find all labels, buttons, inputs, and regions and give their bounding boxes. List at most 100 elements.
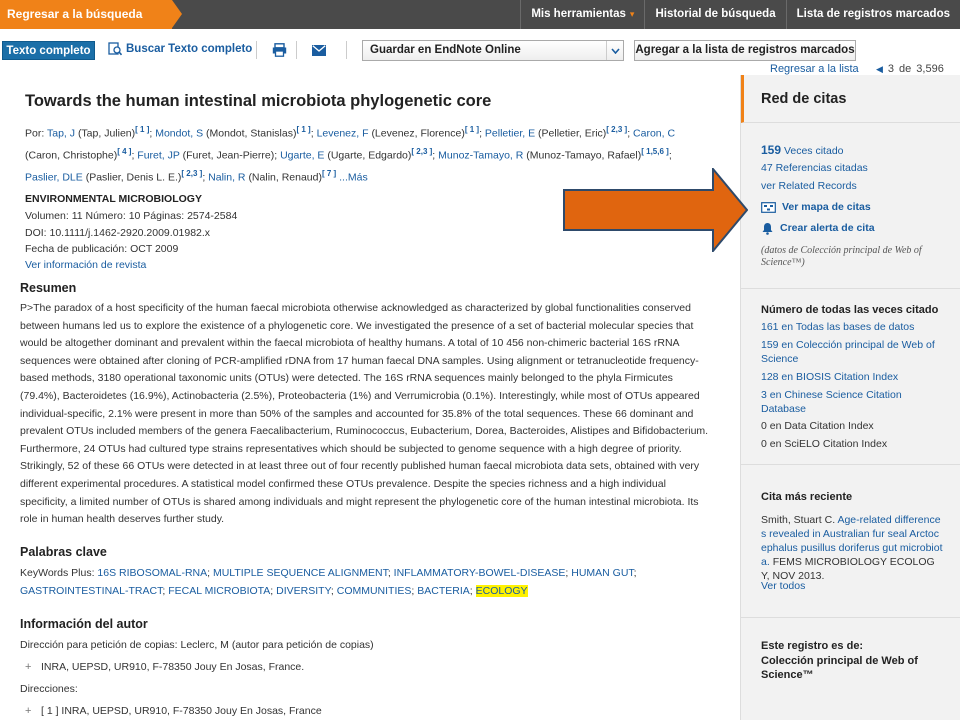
citation-map-link[interactable]: Ver mapa de citas: [761, 200, 871, 214]
record-pager: ◀ 3 de 3,596: [876, 63, 944, 75]
full-text-button[interactable]: Texto completo: [2, 41, 95, 60]
citation-map-label: Ver mapa de citas: [782, 201, 871, 213]
panel-title: Red de citas: [761, 91, 847, 107]
affiliation-ref[interactable]: [ 1 ]: [296, 125, 310, 134]
find-full-text-icon: [108, 42, 122, 56]
email-icon[interactable]: [312, 45, 326, 56]
reprint-address-row[interactable]: + INRA, UEPSD, UR910, F-78350 Jouy En Jos…: [25, 661, 304, 673]
author-fullname: (Mondot, Stanislas): [206, 127, 297, 140]
abstract-heading: Resumen: [20, 281, 77, 295]
affiliation-ref[interactable]: [ 2,3 ]: [606, 125, 627, 134]
source-note: (datos de Colección principal de Web of …: [761, 245, 922, 268]
annotation-arrow-icon: [563, 168, 748, 252]
author-fullname: (Paslier, Denis L. E.): [85, 171, 182, 184]
cited-references-link[interactable]: 47 Referencias citadas: [761, 161, 868, 175]
find-full-text-link[interactable]: Buscar Texto completo: [108, 42, 252, 56]
count-text: 0 en Data Citation Index: [761, 420, 874, 432]
current-record-number[interactable]: 3: [888, 63, 894, 75]
affiliation-ref[interactable]: [ 1 ]: [465, 125, 479, 134]
recent-author: Smith, Stuart C.: [761, 514, 836, 526]
back-to-search-button[interactable]: Regresar a la búsqueda: [0, 0, 182, 29]
recent-citation: Smith, Stuart C. Age-related differences…: [761, 513, 943, 583]
journal-info-link[interactable]: Ver información de revista: [25, 259, 146, 271]
view-all-link[interactable]: Ver todos: [761, 579, 805, 593]
my-tools-menu[interactable]: Mis herramientas ▾: [520, 0, 644, 29]
expand-icon[interactable]: +: [25, 705, 35, 717]
reprint-address: INRA, UEPSD, UR910, F-78350 Jouy En Josa…: [41, 661, 305, 673]
citation-alert-link[interactable]: Crear alerta de cita: [761, 221, 875, 235]
author-link[interactable]: Mondot, S: [155, 128, 203, 140]
author-fullname: (Tap, Julien): [77, 127, 136, 140]
affiliation-ref[interactable]: [ 2,3 ]: [181, 169, 202, 178]
return-to-list-link[interactable]: Regresar a la lista: [770, 63, 859, 75]
author-fullname: (Furet, Jean-Pierre): [182, 149, 275, 162]
endnote-select-value: Guardar en EndNote Online: [370, 44, 521, 56]
count-link[interactable]: 159 en Colección principal de Web of Sci…: [761, 338, 946, 366]
expand-icon[interactable]: +: [25, 661, 35, 673]
search-history-link[interactable]: Historial de búsqueda: [644, 0, 785, 29]
keyword-link[interactable]: COMMUNITIES: [337, 585, 412, 597]
citation-network-header: Red de citas: [741, 75, 960, 123]
author-link[interactable]: Nalin, R: [208, 172, 245, 184]
more-authors-link[interactable]: ...Más: [339, 172, 368, 184]
affiliation-ref[interactable]: [ 1 ]: [135, 125, 149, 134]
keyword-link-highlighted[interactable]: ECOLOGY: [475, 584, 528, 597]
author-fullname: (Pelletier, Eric): [538, 127, 607, 140]
add-to-marked-list-button[interactable]: Agregar a la lista de registros marcados: [634, 40, 856, 61]
affiliation-ref[interactable]: [ 2,3 ]: [411, 147, 432, 156]
address-row[interactable]: + [ 1 ] INRA, UEPSD, UR910, F-78350 Jouy …: [25, 705, 322, 717]
count-link[interactable]: 161 en Todas las bases de datos: [761, 320, 946, 334]
keywords-block: KeyWords Plus: 16S RIBOSOMAL-RNA; MULTIP…: [20, 567, 637, 597]
times-cited-label[interactable]: Veces citado: [784, 145, 844, 157]
times-cited-count[interactable]: 159: [761, 143, 781, 157]
author-link[interactable]: Ugarte, E: [280, 150, 324, 162]
abstract-text: P>The paradox of a host specificity of t…: [20, 302, 709, 526]
count-link[interactable]: 3 en Chinese Science Citation Database: [761, 388, 921, 416]
affiliation-ref[interactable]: [ 4 ]: [117, 147, 131, 156]
author-link[interactable]: Caron, C: [633, 128, 675, 140]
print-icon[interactable]: [272, 43, 287, 57]
keyword-link[interactable]: 16S RIBOSOMAL-RNA: [97, 567, 207, 579]
all-times-cited-box: Número de todas las veces citado 161 en …: [741, 289, 960, 465]
keyword-link[interactable]: MULTIPLE SEQUENCE ALIGNMENT: [213, 567, 388, 579]
keyword-link[interactable]: INFLAMMATORY-BOWEL-DISEASE: [394, 567, 566, 579]
keyword-link[interactable]: DIVERSITY: [276, 585, 331, 597]
bell-icon: [762, 222, 773, 235]
citation-alert-label: Crear alerta de cita: [780, 222, 875, 234]
count-text: 0 en SciELO Citation Index: [761, 438, 888, 450]
keyword-link[interactable]: FECAL MICROBIOTA: [168, 585, 270, 597]
keyword-link[interactable]: BACTERIA: [417, 585, 470, 597]
author-link[interactable]: Pelletier, E: [485, 128, 535, 140]
related-records-link[interactable]: ver Related Records: [761, 179, 857, 193]
author-link[interactable]: Furet, JP: [137, 150, 179, 162]
keyword-link[interactable]: GASTROINTESTINAL-TRACT: [20, 585, 162, 597]
times-cited-row[interactable]: 159 Veces citado: [761, 143, 844, 158]
of-label: de: [899, 63, 912, 75]
prev-record-icon[interactable]: ◀: [876, 64, 883, 75]
author-link[interactable]: Paslier, DLE: [25, 172, 83, 184]
affiliation-ref[interactable]: [ 1,5,6 ]: [641, 147, 669, 156]
keywords-plus-label: KeyWords Plus:: [20, 567, 95, 579]
marked-list-link[interactable]: Lista de registros marcados: [785, 0, 960, 29]
author-fullname: (Levenez, Florence): [371, 127, 465, 140]
top-nav: Mis herramientas ▾ Historial de búsqueda …: [520, 0, 960, 29]
keyword-link[interactable]: HUMAN GUT: [571, 567, 633, 579]
chevron-down-icon: [606, 41, 623, 60]
top-bar: Regresar a la búsqueda Mis herramientas ▾…: [0, 0, 960, 29]
author-fullname: (Nalin, Renaud): [248, 171, 322, 184]
author-link[interactable]: Tap, J: [47, 128, 75, 140]
author-link[interactable]: Munoz-Tamayo, R: [438, 150, 523, 162]
reprint-author-line: Dirección para petición de copias: Lecle…: [20, 639, 374, 651]
author-fullname: (Munoz-Tamayo, Rafael): [526, 149, 642, 162]
affiliation-ref[interactable]: [ 7 ]: [322, 169, 336, 178]
endnote-save-select[interactable]: Guardar en EndNote Online: [362, 40, 624, 61]
author-info-heading: Información del autor: [20, 617, 148, 631]
volume-info: Volumen: 11 Número: 10 Páginas: 2574-258…: [25, 210, 238, 222]
toolbar-divider: [346, 41, 347, 59]
record-from-value: Colección principal de Web of Science™: [761, 655, 918, 681]
count-link[interactable]: 128 en BIOSIS Citation Index: [761, 370, 946, 384]
by-label: Por:: [25, 127, 45, 140]
chevron-down-icon: ▾: [629, 9, 635, 19]
pub-date-info: Fecha de publicación: OCT 2009: [25, 243, 179, 255]
author-link[interactable]: Levenez, F: [317, 128, 369, 140]
